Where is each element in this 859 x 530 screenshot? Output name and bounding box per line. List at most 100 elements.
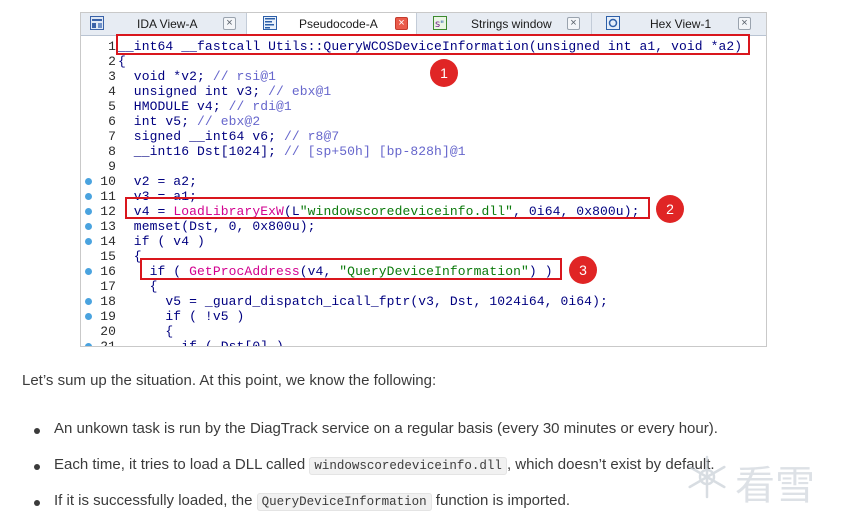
tab-hex-view-1[interactable]: Hex View-1 × — [592, 13, 766, 35]
line-number: 15 — [100, 249, 116, 264]
list-item: Each time, it tries to load a DLL called… — [32, 456, 718, 492]
watermark: 看雪 — [683, 451, 843, 509]
callout-badge-2: 2 — [656, 195, 684, 223]
tab-strings-window[interactable]: s " Strings window × — [417, 13, 592, 35]
code-text: int v5; // ebx@2 — [118, 114, 260, 129]
code-line[interactable]: 6 int v5; // ebx@2 — [81, 114, 766, 129]
code-token: memset(Dst, 0, 0x800u); — [118, 219, 316, 234]
code-token: { — [118, 279, 158, 294]
code-text: { — [118, 279, 158, 294]
code-line[interactable]: 17 { — [81, 279, 766, 294]
tab-label: Strings window — [471, 17, 552, 31]
bullet-text: If it is successfully loaded, the — [54, 492, 257, 509]
close-icon[interactable]: × — [223, 17, 236, 30]
line-number: 8 — [108, 144, 116, 159]
code-token: { — [118, 249, 142, 264]
code-line[interactable]: 3 void *v2; // rsi@1 — [81, 69, 766, 84]
line-number: 6 — [108, 114, 116, 129]
bullet-text: An unkown task is run by the DiagTrack s… — [54, 420, 718, 437]
line-number: 20 — [100, 324, 116, 339]
tab-label: IDA View-A — [137, 17, 198, 31]
callout-badge-3: 3 — [569, 256, 597, 284]
code-token: { — [118, 324, 174, 339]
code-token: v5 = _guard_dispatch_icall_fptr(v3, Dst,… — [118, 294, 608, 309]
breakpoint-dot-icon[interactable] — [85, 223, 92, 230]
summary-list: An unkown task is run by the DiagTrack s… — [32, 420, 718, 528]
callout-badge-1: 1 — [430, 59, 458, 87]
pseudocode-view[interactable]: 1 __int64 __fastcall Utils::QueryWCOSDevi… — [81, 36, 766, 346]
code-text: if ( v4 ) — [118, 234, 205, 249]
line-number: 4 — [108, 84, 116, 99]
line-number: 12 — [100, 204, 116, 219]
code-text: if ( !v5 ) — [118, 309, 244, 324]
code-text: v2 = a2; — [118, 174, 197, 189]
code-line[interactable]: 14 if ( v4 ) — [81, 234, 766, 249]
tab-pseudocode-a[interactable]: Pseudocode-A × — [247, 13, 417, 36]
code-token: void *v2; — [118, 69, 213, 84]
code-line[interactable]: 10 v2 = a2; — [81, 174, 766, 189]
line-number: 18 — [100, 294, 116, 309]
line-number: 16 — [100, 264, 116, 279]
code-token: int v5; — [118, 114, 198, 129]
code-cmt: // ebx@2 — [197, 114, 261, 129]
code-line[interactable]: 21 if ( Dst[0] ) — [81, 339, 766, 347]
code-line[interactable]: 4 unsigned int v3; // ebx@1 — [81, 84, 766, 99]
list-item: If it is successfully loaded, the QueryD… — [32, 492, 718, 528]
code-line[interactable]: 2{ — [81, 54, 766, 69]
code-token: { — [118, 54, 126, 69]
highlight-box-3 — [140, 258, 562, 280]
line-number: 17 — [100, 279, 116, 294]
code-line[interactable]: 19 if ( !v5 ) — [81, 309, 766, 324]
code-line[interactable]: 7 signed __int64 v6; // r8@7 — [81, 129, 766, 144]
inline-code-dll: windowscoredeviceinfo.dll — [309, 457, 507, 475]
code-token: if ( Dst[0] ) — [118, 339, 284, 347]
line-number: 3 — [108, 69, 116, 84]
bullet-text: Each time, it tries to load a DLL called — [54, 456, 310, 473]
code-token: __int16 Dst[1024]; — [118, 144, 284, 159]
highlight-box-2 — [125, 197, 650, 219]
breakpoint-dot-icon[interactable] — [85, 313, 92, 320]
line-number: 5 — [108, 99, 116, 114]
code-token: if ( v4 ) — [118, 234, 205, 249]
watermark-text: 看雪 — [735, 463, 815, 509]
code-text: { — [118, 249, 142, 264]
breakpoint-dot-icon[interactable] — [85, 208, 92, 215]
line-number: 21 — [100, 339, 116, 347]
code-cmt: // rdi@1 — [228, 99, 292, 114]
breakpoint-dot-icon[interactable] — [85, 268, 92, 275]
code-text: unsigned int v3; // ebx@1 — [118, 84, 331, 99]
breakpoint-dot-icon[interactable] — [85, 298, 92, 305]
code-line[interactable]: 18 v5 = _guard_dispatch_icall_fptr(v3, D… — [81, 294, 766, 309]
code-token: v2 = a2; — [118, 174, 198, 189]
line-number: 7 — [108, 129, 116, 144]
breakpoint-dot-icon[interactable] — [85, 178, 92, 185]
line-number: 9 — [108, 159, 116, 174]
code-text: HMODULE v4; // rdi@1 — [118, 99, 292, 114]
breakpoint-dot-icon[interactable] — [85, 343, 92, 346]
inline-code-function: QueryDeviceInformation — [256, 493, 432, 511]
ida-window: IDA View-A × Pseudocode-A × s " Strings … — [80, 12, 767, 347]
breakpoint-dot-icon[interactable] — [85, 193, 92, 200]
code-text: __int16 Dst[1024]; // [sp+50h] [bp-828h]… — [118, 144, 466, 159]
code-text: { — [118, 324, 173, 339]
code-line[interactable]: 9 — [81, 159, 766, 174]
close-icon[interactable]: × — [567, 17, 580, 30]
code-text: { — [118, 54, 126, 69]
line-number: 14 — [100, 234, 116, 249]
tab-ida-view-a[interactable]: IDA View-A × — [81, 13, 247, 35]
code-cmt: // rsi@1 — [212, 69, 277, 84]
highlight-box-1 — [116, 34, 750, 55]
code-line[interactable]: 5 HMODULE v4; // rdi@1 — [81, 99, 766, 114]
close-icon[interactable]: × — [738, 17, 751, 30]
code-line[interactable]: 8 __int16 Dst[1024]; // [sp+50h] [bp-828… — [81, 144, 766, 159]
breakpoint-dot-icon[interactable] — [85, 238, 92, 245]
code-text: v5 = _guard_dispatch_icall_fptr(v3, Dst,… — [118, 294, 608, 309]
code-token: unsigned int v3; — [118, 84, 269, 99]
snowflake-icon — [688, 455, 726, 499]
code-text: memset(Dst, 0, 0x800u); — [118, 219, 316, 234]
line-number: 19 — [100, 309, 116, 324]
close-icon[interactable]: × — [395, 17, 408, 30]
code-line[interactable]: 20 { — [81, 324, 766, 339]
bullet-text: function is imported. — [431, 492, 571, 509]
code-token: if ( !v5 ) — [118, 309, 245, 324]
